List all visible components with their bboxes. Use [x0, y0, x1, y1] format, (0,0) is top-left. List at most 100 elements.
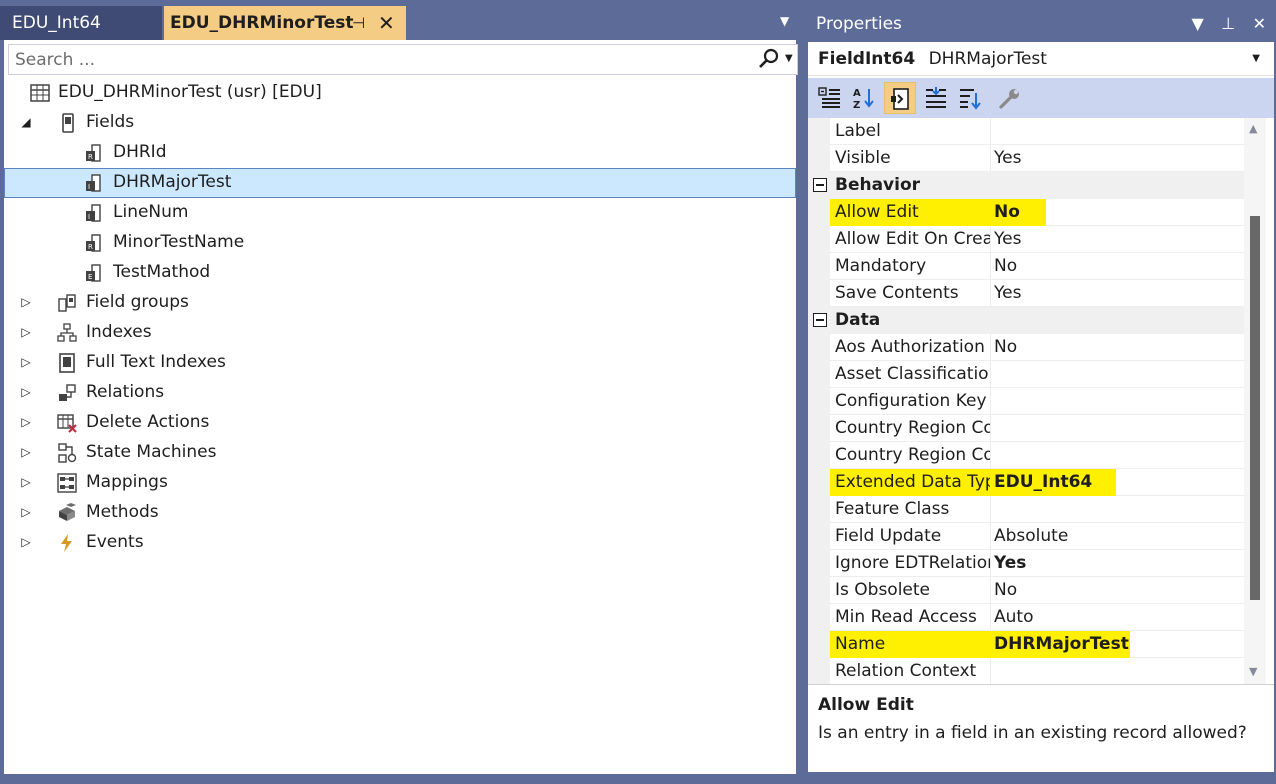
property-row-extended-data-type[interactable]: Extended Data Type EDU_Int64 — [808, 469, 1244, 496]
tab-list-dropdown-icon[interactable]: ▼ — [780, 14, 789, 28]
property-row[interactable]: Asset Classification — [808, 361, 1244, 388]
tree-root[interactable]: EDU_DHRMinorTest (usr) [EDU] — [4, 78, 796, 108]
categorized-button[interactable] — [814, 82, 846, 114]
tree-node-delete-actions[interactable]: ▷ Delete Actions — [4, 408, 796, 438]
tree-node-state-machines[interactable]: ▷ State Machines — [4, 438, 796, 468]
properties-body: FieldInt64 DHRMajorTest ▼ AZ Label Visib… — [808, 42, 1274, 772]
tab-edu-int64[interactable]: EDU_Int64 — [0, 6, 162, 40]
property-name: Save Contents — [835, 283, 959, 303]
property-pages-button[interactable] — [994, 82, 1026, 114]
scroll-down-icon[interactable]: ▼ — [1249, 665, 1257, 678]
chevron-down-icon[interactable]: ▼ — [1252, 42, 1260, 76]
pin-icon[interactable]: ⊣ — [352, 6, 365, 40]
property-row[interactable]: Save Contents Yes — [808, 280, 1244, 307]
property-value[interactable]: Yes — [994, 283, 1021, 303]
property-value[interactable]: No — [994, 202, 1020, 222]
close-icon[interactable]: ✕ — [378, 6, 395, 40]
category-behavior[interactable]: Behavior — [808, 172, 1244, 199]
expand-icon[interactable]: ▷ — [18, 354, 34, 370]
tree-node-mappings[interactable]: ▷ Mappings — [4, 468, 796, 498]
object-type: FieldInt64 — [818, 49, 916, 69]
property-row[interactable]: Min Read Access Auto — [808, 604, 1244, 631]
property-value[interactable]: Auto — [994, 607, 1033, 627]
property-row[interactable]: Label — [808, 118, 1244, 145]
property-name: Name — [835, 634, 886, 654]
field-string-icon: R — [84, 143, 104, 163]
events-view-button[interactable] — [920, 82, 952, 114]
tree-node-indexes[interactable]: ▷ Indexes — [4, 318, 796, 348]
expand-icon[interactable]: ▷ — [18, 534, 34, 550]
property-value[interactable]: EDU_Int64 — [994, 472, 1092, 492]
properties-toolbar: AZ — [808, 78, 1274, 118]
state-machines-icon — [57, 443, 77, 463]
tree-node-methods[interactable]: ▷ Methods — [4, 498, 796, 528]
property-row[interactable]: Feature Class — [808, 496, 1244, 523]
property-row[interactable]: Country Region Codes — [808, 415, 1244, 442]
tree-field-item-selected[interactable]: I DHRMajorTest — [4, 168, 796, 198]
field-int64-icon: I — [84, 173, 104, 193]
property-value[interactable]: No — [994, 337, 1017, 357]
property-value[interactable]: Yes — [994, 148, 1021, 168]
pin-icon[interactable]: ⊥ — [1221, 14, 1235, 33]
property-name: Allow Edit On Create — [835, 229, 990, 249]
property-row[interactable]: Aos Authorization No — [808, 334, 1244, 361]
tree-node-events[interactable]: ▷ Events — [4, 528, 796, 558]
tree-node-label: Indexes — [86, 322, 152, 342]
property-row[interactable]: Is Obsolete No — [808, 577, 1244, 604]
expand-icon[interactable]: ▷ — [18, 504, 34, 520]
expand-icon[interactable]: ▷ — [18, 474, 34, 490]
tree-node-field-groups[interactable]: ▷ Field groups — [4, 288, 796, 318]
window-menu-dropdown-icon[interactable]: ▼ — [1192, 14, 1204, 33]
expand-icon[interactable]: ▷ — [18, 414, 34, 430]
search-input[interactable] — [9, 45, 749, 74]
expand-icon[interactable]: ▷ — [18, 444, 34, 460]
property-pages-icon — [891, 88, 909, 110]
property-grid-scrollbar[interactable]: ▲ ▼ — [1244, 118, 1266, 684]
search-options-dropdown-icon[interactable]: ▼ — [785, 53, 793, 64]
tree-node-full-text-indexes[interactable]: ▷ Full Text Indexes — [4, 348, 796, 378]
property-row[interactable]: Configuration Key — [808, 388, 1244, 415]
property-row[interactable]: Relation Context — [808, 658, 1244, 684]
property-row-name[interactable]: Name DHRMajorTest — [808, 631, 1244, 658]
property-value[interactable]: Yes — [994, 229, 1021, 249]
properties-view-button[interactable] — [884, 82, 916, 114]
property-row[interactable]: Mandatory No — [808, 253, 1244, 280]
scrollbar-thumb[interactable] — [1250, 216, 1260, 600]
property-row[interactable]: Visible Yes — [808, 145, 1244, 172]
close-icon[interactable]: ✕ — [1253, 14, 1266, 33]
scroll-up-icon[interactable]: ▲ — [1249, 122, 1257, 135]
property-value[interactable]: No — [994, 580, 1017, 600]
tree-node-fields[interactable]: ◢ Fields — [4, 108, 796, 138]
sort-alphabetical-button[interactable]: AZ — [848, 82, 880, 114]
tree-node-label: Full Text Indexes — [86, 352, 226, 372]
property-row-allow-edit[interactable]: Allow Edit No — [808, 199, 1244, 226]
property-value[interactable]: Absolute — [994, 526, 1068, 546]
expand-icon[interactable]: ▷ — [18, 324, 34, 340]
tree-field-item[interactable]: I LineNum — [4, 198, 796, 228]
property-value[interactable]: DHRMajorTest — [994, 634, 1129, 654]
category-data[interactable]: Data — [808, 307, 1244, 334]
property-row[interactable]: Allow Edit On Create Yes — [808, 226, 1244, 253]
property-row[interactable]: Country Region Context — [808, 442, 1244, 469]
property-value[interactable]: No — [994, 256, 1017, 276]
object-selector[interactable]: FieldInt64 DHRMajorTest ▼ — [808, 42, 1274, 76]
tree-field-item[interactable]: E TestMathod — [4, 258, 796, 288]
property-row[interactable]: Ignore EDTRelation Yes — [808, 550, 1244, 577]
expand-icon[interactable]: ▷ — [18, 384, 34, 400]
category-title: Data — [835, 310, 881, 330]
tree-node-label: Methods — [86, 502, 159, 522]
tree-field-item[interactable]: R MinorTestName — [4, 228, 796, 258]
sort-order-button[interactable] — [954, 82, 986, 114]
tree-node-relations[interactable]: ▷ Relations — [4, 378, 796, 408]
property-value[interactable]: Yes — [994, 553, 1026, 573]
svg-text:I: I — [88, 213, 90, 221]
collapse-category-icon[interactable] — [813, 313, 827, 327]
expand-icon[interactable]: ▷ — [18, 294, 34, 310]
property-row[interactable]: Field Update Absolute — [808, 523, 1244, 550]
search-icon[interactable] — [757, 47, 781, 72]
tree-field-item[interactable]: R DHRId — [4, 138, 796, 168]
collapse-icon[interactable]: ◢ — [18, 114, 34, 130]
collapse-category-icon[interactable] — [813, 178, 827, 192]
sort-list-icon — [960, 89, 981, 110]
tab-edu-dhrminortest[interactable]: EDU_DHRMinorTest ⊣ ✕ — [164, 6, 406, 40]
